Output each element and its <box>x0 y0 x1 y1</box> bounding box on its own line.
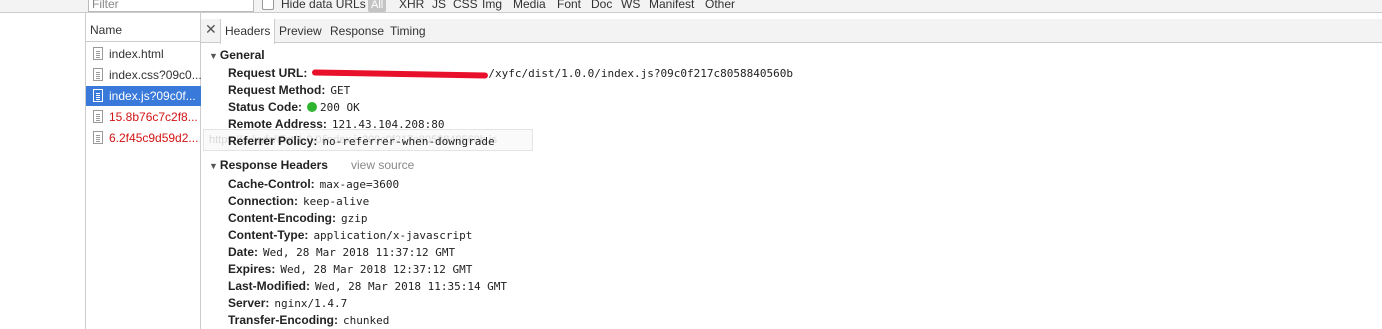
filter-ws-button[interactable]: WS <box>621 0 640 11</box>
request-method-key: Request Method: <box>228 83 326 97</box>
filter-doc-button[interactable]: Doc <box>591 0 612 11</box>
filter-input[interactable] <box>88 0 254 12</box>
name-column-header[interactable]: Name <box>86 19 201 42</box>
general-section-header[interactable]: ▼ General <box>209 48 265 62</box>
filter-xhr-button[interactable]: XHR <box>399 0 424 11</box>
header-key: Content-Encoding: <box>228 211 336 225</box>
request-row-index-html[interactable]: index.html <box>86 44 201 64</box>
header-key: Date: <box>228 245 259 259</box>
tab-preview[interactable]: Preview <box>275 19 326 43</box>
filter-font-button[interactable]: Font <box>557 0 581 11</box>
status-code-row: Status Code: 200 OK <box>228 100 360 114</box>
remote-address-row: Remote Address: 121.43.104.208:80 <box>228 117 445 131</box>
header-value: chunked <box>343 314 390 327</box>
waterfall-gutter <box>0 13 86 329</box>
close-icon[interactable]: ✕ <box>205 21 217 38</box>
header-value: application/x-javascript <box>313 229 473 242</box>
header-key: Transfer-Encoding: <box>228 313 339 327</box>
referrer-policy-value: no-referrer-when-downgrade <box>322 135 495 148</box>
header-row: Content-Type: application/x-javascript <box>228 228 472 242</box>
header-row: Connection: keep-alive <box>228 194 369 208</box>
tab-timing[interactable]: Timing <box>386 19 430 43</box>
hide-data-urls-label: Hide data URLs <box>281 0 366 11</box>
header-value: nginx/1.4.7 <box>274 297 348 310</box>
filter-img-button[interactable]: Img <box>482 0 502 11</box>
header-value: Wed, 28 Mar 2018 11:35:14 GMT <box>315 280 508 293</box>
header-key: Server: <box>228 296 270 310</box>
file-icon <box>93 47 103 60</box>
status-ok-icon <box>307 102 318 112</box>
tab-headers[interactable]: Headers <box>220 19 276 44</box>
header-row: Date: Wed, 28 Mar 2018 11:37:12 GMT <box>228 245 455 259</box>
header-row: Server: nginx/1.4.7 <box>228 296 347 310</box>
header-row: Last-Modified: Wed, 28 Mar 2018 11:35:14 … <box>228 279 507 293</box>
filter-manifest-button[interactable]: Manifest <box>649 0 694 11</box>
filter-media-button[interactable]: Media <box>513 0 546 11</box>
request-name: 15.8b76c7c2f8... <box>109 110 198 124</box>
file-icon <box>93 89 103 102</box>
header-value: Wed, 28 Mar 2018 11:37:12 GMT <box>263 246 456 259</box>
header-key: Content-Type: <box>228 228 309 242</box>
request-url-row: Request URL: /xyfc/dist/1.0.0/index.js?09… <box>228 66 793 80</box>
network-filter-bar: Hide data URLs All XHR JS CSS Img Media … <box>0 0 1382 13</box>
redaction-mark <box>312 69 489 79</box>
filter-other-button[interactable]: Other <box>705 0 735 11</box>
general-title: General <box>219 48 265 62</box>
header-key: Cache-Control: <box>228 177 315 191</box>
request-method-value: GET <box>330 84 351 97</box>
status-code-value: 200 OK <box>320 101 360 114</box>
expand-triangle-icon: ▼ <box>209 161 218 171</box>
header-key: Last-Modified: <box>228 279 310 293</box>
header-row: Content-Encoding: gzip <box>228 211 367 225</box>
hide-data-urls-checkbox[interactable] <box>262 0 274 10</box>
remote-address-value: 121.43.104.208:80 <box>331 118 445 131</box>
tab-response[interactable]: Response <box>326 19 388 43</box>
request-row-index-css[interactable]: index.css?09c0... <box>86 65 201 85</box>
request-name: 6.2f45c9d59d2... <box>109 131 199 145</box>
file-icon <box>93 131 103 144</box>
details-scrollbar[interactable] <box>1374 44 1382 329</box>
response-headers-section-header[interactable]: ▼ Response Headers <box>209 158 328 172</box>
request-url-key: Request URL: <box>228 66 308 80</box>
request-row-chunk-15[interactable]: 15.8b76c7c2f8... <box>86 107 201 127</box>
details-tab-bar: ✕ Headers Preview Response Timing <box>201 19 1382 44</box>
filter-all-button[interactable]: All <box>368 0 387 12</box>
header-key: Expires: <box>228 262 276 276</box>
status-code-key: Status Code: <box>228 100 303 114</box>
header-key: Connection: <box>228 194 298 208</box>
view-source-link[interactable]: view source <box>351 158 414 172</box>
header-row: Expires: Wed, 28 Mar 2018 12:37:12 GMT <box>228 262 472 276</box>
header-value: keep-alive <box>303 195 370 208</box>
filter-js-button[interactable]: JS <box>432 0 446 11</box>
file-icon <box>93 110 103 123</box>
referrer-policy-row: Referrer Policy: no-referrer-when-downgra… <box>228 134 495 148</box>
request-url-value: /xyfc/dist/1.0.0/index.js?09c0f217c80588… <box>488 67 793 80</box>
request-row-chunk-6[interactable]: 6.2f45c9d59d2... <box>86 128 201 148</box>
header-value: gzip <box>340 212 368 225</box>
request-name: index.css?09c0... <box>109 68 201 82</box>
header-value: max-age=3600 <box>319 178 400 191</box>
filter-css-button[interactable]: CSS <box>453 0 478 11</box>
request-name: index.js?09c0f... <box>109 89 196 103</box>
request-method-row: Request Method: GET <box>228 83 350 97</box>
header-value: Wed, 28 Mar 2018 12:37:12 GMT <box>280 263 473 276</box>
request-list: Name index.html index.css?09c0... index.… <box>86 13 201 329</box>
expand-triangle-icon: ▼ <box>209 51 218 61</box>
header-row: Cache-Control: max-age=3600 <box>228 177 399 191</box>
referrer-policy-key: Referrer Policy: <box>228 134 318 148</box>
header-row: Transfer-Encoding: chunked <box>228 313 389 327</box>
request-name: index.html <box>109 47 164 61</box>
remote-address-key: Remote Address: <box>228 117 327 131</box>
request-row-index-js[interactable]: index.js?09c0f... <box>86 86 201 106</box>
response-headers-title: Response Headers <box>219 158 328 172</box>
file-icon <box>93 68 103 81</box>
